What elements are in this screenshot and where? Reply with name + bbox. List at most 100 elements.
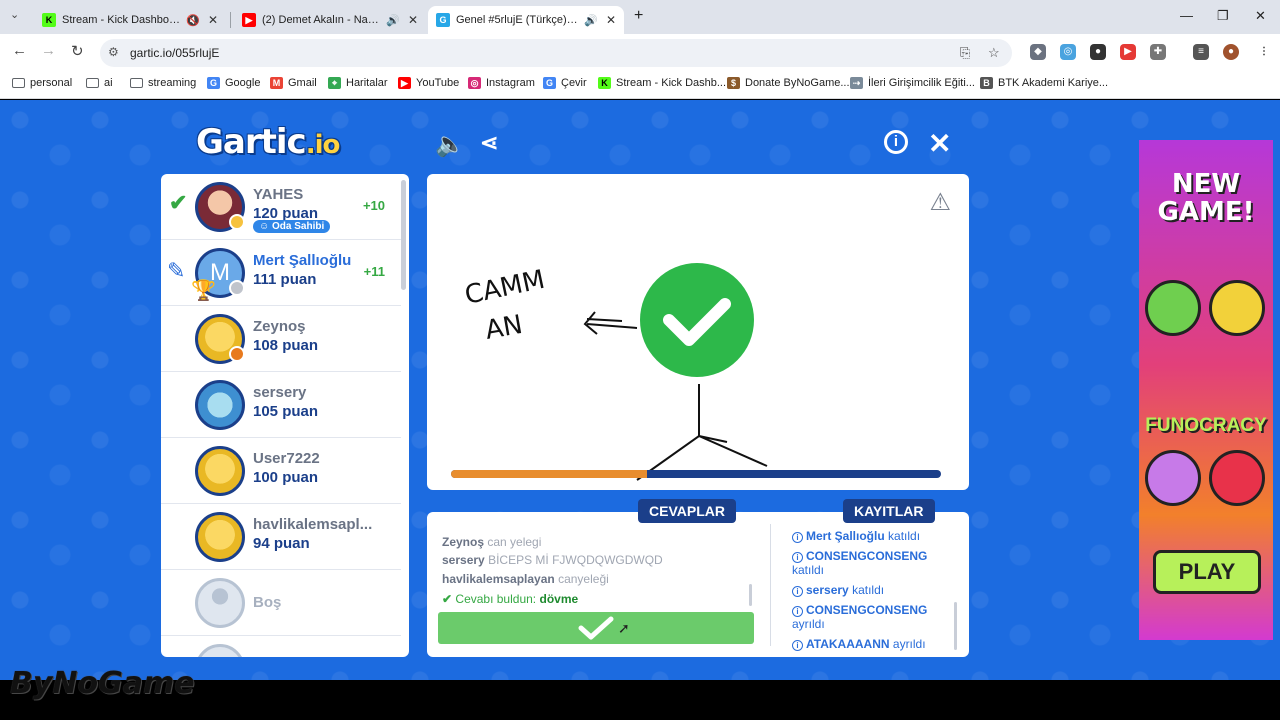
check-icon: ✔ <box>169 190 188 215</box>
bookmark-item[interactable]: G Google <box>207 77 260 89</box>
answer-text: BİCEPS Mİ FJWQDQWGDWQD <box>488 553 663 567</box>
gartic-icon: G <box>436 13 450 27</box>
score-delta: +10 <box>362 198 385 213</box>
tab-kick[interactable]: K Stream - Kick Dashboard 🔇 ✕ <box>34 6 226 34</box>
player-row: sersery 105 puan <box>161 372 401 438</box>
bookmark-item[interactable]: $ Donate ByNoGame... <box>727 77 850 89</box>
reload-icon[interactable]: ↻ <box>71 42 84 60</box>
empty-avatar <box>195 644 245 657</box>
speaker-icon[interactable]: 🔊 <box>584 14 598 27</box>
bookmark-item[interactable]: ◎ Instagram <box>468 77 535 89</box>
share-icon[interactable]: ⋖ <box>480 130 498 156</box>
owner-badge: ☺ Oda Sahibi <box>253 220 331 233</box>
close-icon[interactable]: ✕ <box>928 127 951 160</box>
media-control-icon[interactable]: ≡ <box>1193 44 1209 60</box>
bookmark-star-icon[interactable]: ☆ <box>988 45 1000 61</box>
address-bar[interactable]: ⚙ gartic.io/055rlujE ⎘ ☆ <box>100 39 1012 67</box>
log-line: i CONSENGCONSENG <box>792 603 927 617</box>
profile-avatar[interactable]: ● <box>1223 44 1239 60</box>
sound-icon[interactable]: 🔈 <box>435 130 465 159</box>
logo-suffix: .io <box>305 130 341 160</box>
drawing-canvas[interactable]: ⚠ CAMM AN <box>427 174 969 490</box>
info-icon: i <box>792 586 803 597</box>
player-row-empty: Boş <box>161 570 401 636</box>
mouse-cursor-icon: ➚ <box>618 620 630 636</box>
log-line: i CONSENGCONSENG <box>792 549 927 563</box>
bookmark-item[interactable]: G Çevir <box>543 77 587 89</box>
ad-character-icon <box>1145 280 1201 336</box>
bookmark-folder[interactable]: ai <box>86 77 113 89</box>
answer-text: can yelegi <box>487 535 542 549</box>
bookmark-item[interactable]: K Stream - Kick Dashb... <box>598 77 726 89</box>
bookmark-label: Haritalar <box>346 77 388 89</box>
maps-icon: ⌖ <box>328 77 341 89</box>
player-name: YAHES <box>253 186 304 203</box>
puzzle-extensions-icon[interactable]: ✚ <box>1150 44 1166 60</box>
answers-tab[interactable]: CEVAPLAR <box>638 499 736 523</box>
bookmark-folder[interactable]: streaming <box>130 77 196 89</box>
install-app-icon[interactable]: ⎘ <box>960 45 970 61</box>
close-tab-icon[interactable]: ✕ <box>408 13 418 27</box>
answers-scrollbar[interactable] <box>749 584 752 606</box>
player-name: havlikalemsapl... <box>253 516 373 533</box>
bookmark-label: Gmail <box>288 77 317 89</box>
shield-extension-icon[interactable]: ◆ <box>1030 44 1046 60</box>
answer-input-disabled[interactable]: ➚ <box>438 612 754 644</box>
bookmark-item[interactable]: ⌖ Haritalar <box>328 77 388 89</box>
forward-icon[interactable]: → <box>41 42 56 59</box>
new-tab-button[interactable]: + <box>634 7 643 25</box>
url-text[interactable]: gartic.io/055rlujE <box>130 46 219 60</box>
log-action-line: katıldı <box>792 563 824 577</box>
correct-guess-circle <box>640 263 754 377</box>
log-action: ayrıldı <box>792 617 825 631</box>
bookmark-label: streaming <box>148 77 197 89</box>
timer-fill <box>451 470 647 478</box>
logs-tab[interactable]: KAYITLAR <box>843 499 935 523</box>
site-info-icon[interactable]: ⚙ <box>108 45 119 59</box>
status-dot <box>229 346 245 362</box>
ad-brand: FUNOCRACY <box>1145 415 1267 436</box>
menu-icon[interactable]: ⋮ <box>1256 44 1272 60</box>
cat-extension-icon[interactable]: ● <box>1090 44 1106 60</box>
log-line: i sersery katıldı <box>792 583 884 597</box>
bookmark-item[interactable]: B BTK Akademi Kariye... <box>980 77 1108 89</box>
bookmark-item[interactable]: ▶ YouTube <box>398 77 459 89</box>
restore-icon[interactable]: ❐ <box>1217 8 1229 24</box>
info-icon[interactable]: i <box>884 130 908 154</box>
folder-icon <box>12 78 25 88</box>
speaker-icon[interactable]: 🔊 <box>386 14 400 27</box>
game-page: Gartic.io 🔈 ⋖ i ✕ ✔ YAHES 120 puan ☺ Oda… <box>0 100 1280 680</box>
back-icon[interactable]: ← <box>12 42 27 59</box>
answer-user: havlikalemsaplayan <box>442 572 555 586</box>
player-name: sersery <box>253 384 307 401</box>
tab-title: Genel #5rlujE (Türkçe) - Gar <box>456 14 578 26</box>
log-user: Mert Şallıoğlu <box>806 529 885 543</box>
tab-youtube[interactable]: ▶ (2) Demet Akalın - Nazar (R 🔊 ✕ <box>234 6 426 34</box>
score-delta: +11 <box>363 264 385 279</box>
bookmark-item[interactable]: ⇢ İleri Girişimcilik Eğiti... <box>850 77 975 89</box>
log-user: CONSENGCONSENG <box>806 603 928 617</box>
lens-extension-icon[interactable]: ◎ <box>1060 44 1076 60</box>
tab-gartic[interactable]: G Genel #5rlujE (Türkçe) - Gar 🔊 ✕ <box>428 6 624 34</box>
youtube-extension-icon[interactable]: ▶ <box>1120 44 1136 60</box>
muted-icon[interactable]: 🔇 <box>186 14 200 27</box>
close-tab-icon[interactable]: ✕ <box>208 13 218 27</box>
close-tab-icon[interactable]: ✕ <box>606 13 616 27</box>
bookmark-label: Çevir <box>561 77 587 89</box>
log-action-line: ayrıldı <box>792 617 825 631</box>
timer-bar <box>451 470 941 478</box>
minimize-icon[interactable]: — <box>1180 8 1193 23</box>
log-user: CONSENGCONSENG <box>806 549 928 563</box>
info-icon: i <box>792 640 803 651</box>
ad-play-button[interactable]: PLAY <box>1153 550 1261 594</box>
gartic-logo[interactable]: Gartic.io <box>196 122 341 162</box>
bookmark-item[interactable]: M Gmail <box>270 77 317 89</box>
player-row: ✔ YAHES 120 puan ☺ Oda Sahibi +10 <box>161 174 401 240</box>
close-window-icon[interactable]: ✕ <box>1255 8 1266 24</box>
bookmark-folder[interactable]: personal <box>12 77 72 89</box>
logs-scrollbar[interactable] <box>954 602 957 650</box>
advertisement[interactable]: NEW GAME! FUNOCRACY PLAY <box>1139 140 1273 640</box>
bookmark-label: Instagram <box>486 77 535 89</box>
player-list-scrollbar[interactable] <box>401 180 406 290</box>
tab-search-icon[interactable]: ⌄ <box>10 8 19 21</box>
